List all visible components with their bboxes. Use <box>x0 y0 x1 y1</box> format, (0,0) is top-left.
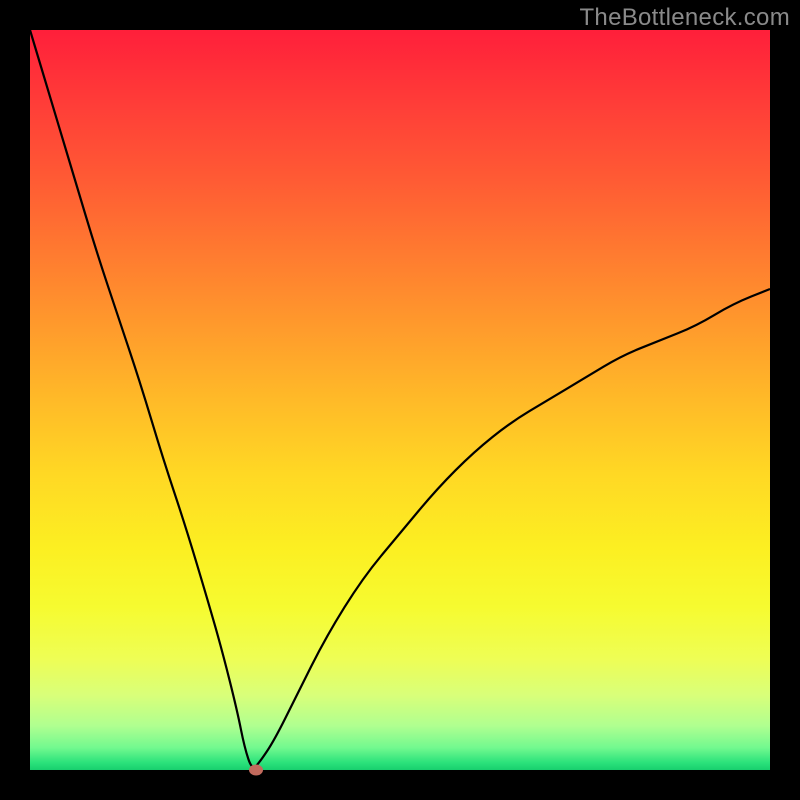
watermark-text: TheBottleneck.com <box>579 4 790 32</box>
bottleneck-curve <box>30 30 770 770</box>
balance-marker <box>249 765 263 776</box>
plot-area <box>30 30 770 770</box>
curve-path <box>30 30 770 767</box>
chart-frame: TheBottleneck.com <box>0 0 800 800</box>
